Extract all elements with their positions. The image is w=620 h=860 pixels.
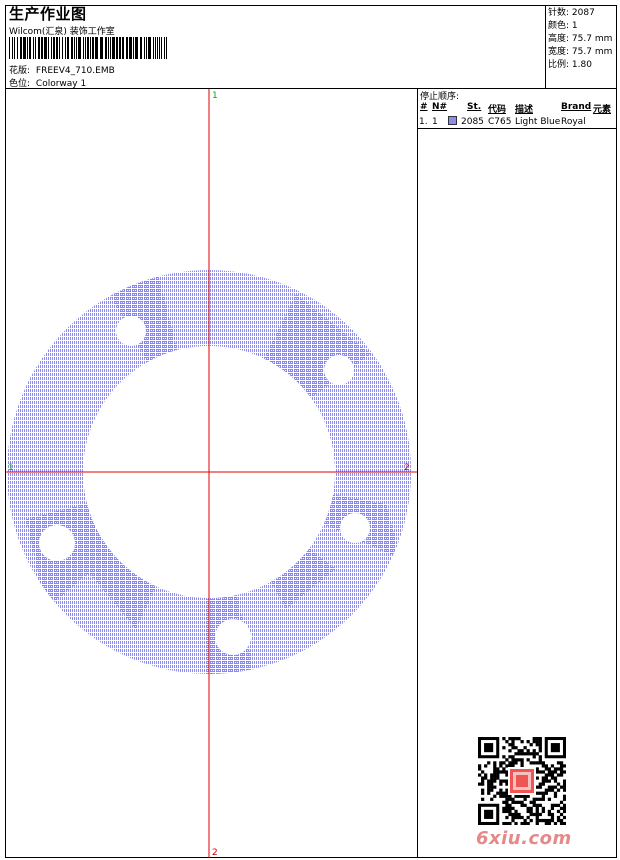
design-canvas: 1 2 1 2: [6, 89, 417, 858]
column-header-brand: Brand: [561, 102, 592, 112]
axis-label-left: 1: [8, 463, 14, 473]
thread-color-swatch: [448, 116, 457, 125]
colorway-line: 色位: Colorway 1: [9, 76, 86, 89]
stat-height: 高度: 75.7 mm: [548, 31, 612, 44]
column-header-hash: #: [420, 102, 428, 112]
column-header-code: 代码: [488, 105, 507, 115]
stat-value: 1: [571, 21, 578, 31]
row-number: 1.: [419, 117, 428, 127]
stat-value: 1.80: [571, 60, 592, 70]
row-brand: Royal: [561, 117, 586, 127]
stat-label: 宽度:: [548, 47, 570, 57]
axis-label-right: 2: [404, 463, 410, 473]
axis-label-top: 1: [212, 91, 218, 101]
qr-code-icon: [478, 737, 566, 825]
stat-label: 高度:: [548, 34, 570, 44]
stat-value: 2087: [571, 8, 595, 18]
design-file-line: 花版: FREEV4_710.EMB: [9, 63, 115, 76]
design-file-name: FREEV4_710.EMB: [35, 66, 115, 76]
stat-scale: 比例: 1.80: [548, 57, 592, 70]
stat-colors: 颜色: 1: [548, 18, 578, 31]
stat-label: 针数:: [548, 8, 570, 18]
column-header-description: 描述: [515, 105, 534, 115]
axis-label-bottom: 2: [212, 848, 218, 858]
row-divider: [418, 128, 617, 129]
row-needle: 1: [432, 117, 438, 127]
stat-label: 比例:: [548, 60, 570, 70]
row-code: C765: [488, 117, 512, 127]
row-description: Light Blue: [515, 117, 561, 127]
stat-label: 颜色:: [548, 21, 570, 31]
stat-width: 宽度: 75.7 mm: [548, 44, 612, 57]
embroidery-ring: [6, 89, 417, 858]
barcode-icon: [9, 37, 167, 59]
colorway-name: Colorway 1: [35, 79, 87, 89]
header-stats-divider: [545, 5, 546, 89]
column-header-stitches: St.: [467, 102, 482, 112]
column-header-element: 元素: [593, 105, 612, 115]
stop-sequence-title: 停止顺序:: [420, 92, 460, 102]
stat-value: 75.7 mm: [571, 34, 613, 44]
design-file-label: 花版:: [9, 66, 31, 76]
stat-stitches: 针数: 2087: [548, 5, 595, 18]
page-title: 生产作业图: [9, 5, 87, 23]
watermark-logo: 6xiu.com: [476, 828, 572, 849]
colorway-label: 色位:: [9, 79, 31, 89]
company-name: Wilcom(汇泉) 装饰工作室: [9, 27, 115, 37]
column-header-n: N#: [432, 102, 448, 112]
stat-value: 75.7 mm: [571, 47, 613, 57]
panel-divider: [417, 88, 418, 858]
row-stitches: 2085: [461, 117, 484, 127]
